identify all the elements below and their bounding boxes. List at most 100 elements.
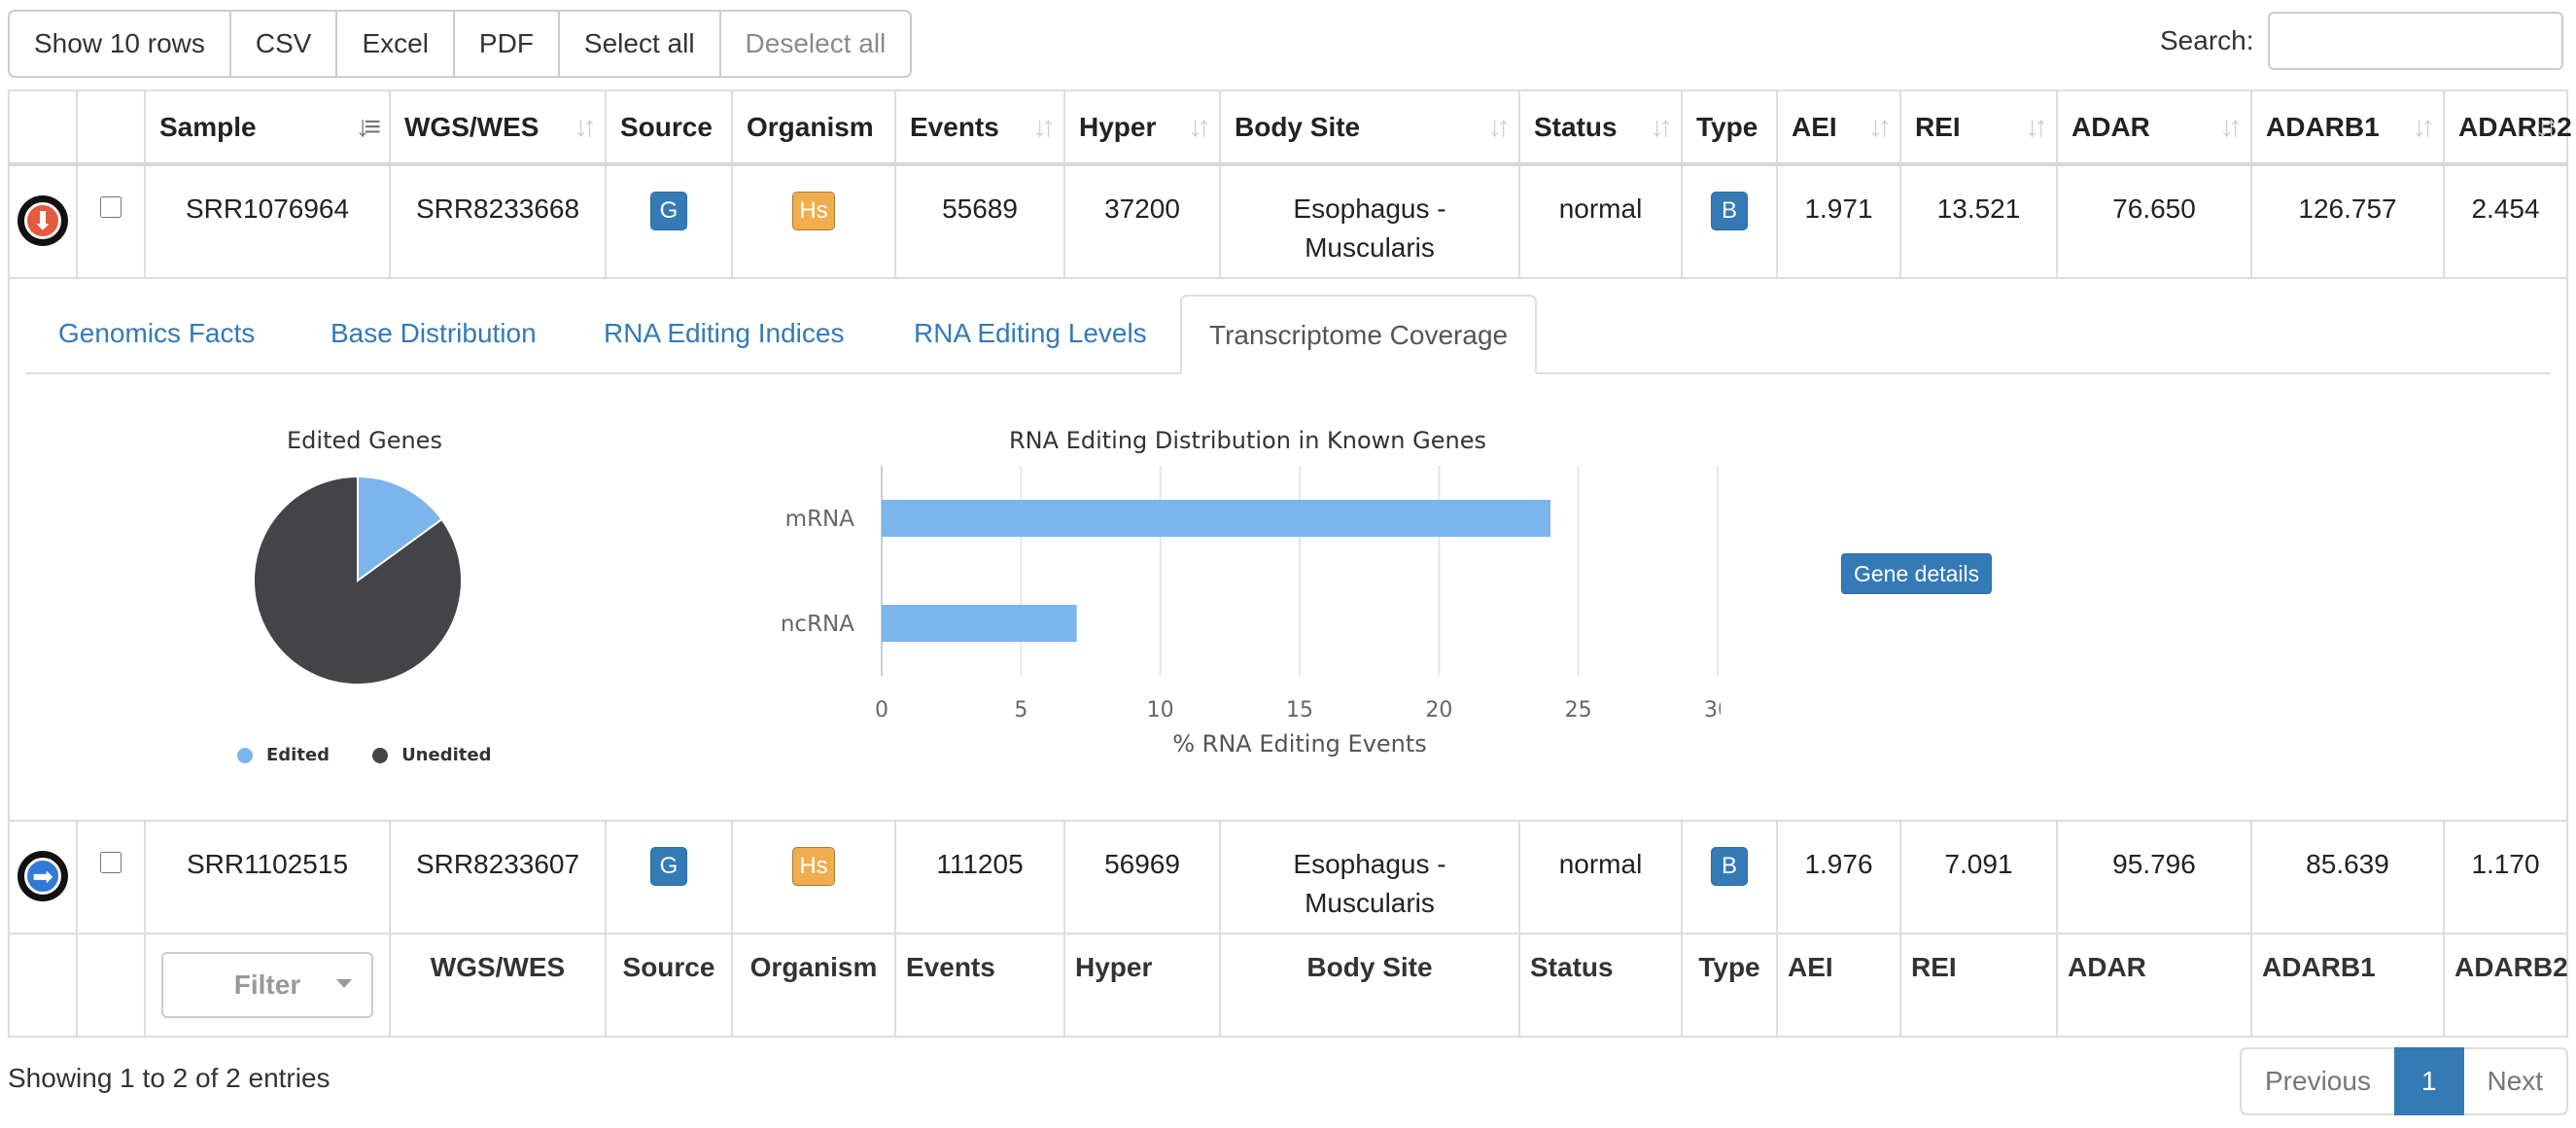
cell-type: B — [1681, 820, 1778, 934]
header-select — [76, 89, 146, 166]
csv-button[interactable]: CSV — [228, 10, 336, 78]
header-source: Source — [605, 89, 733, 166]
header-label: Source — [620, 111, 713, 142]
deselect-all-button[interactable]: Deselect all — [718, 10, 913, 78]
sort-icon: ↓↑ — [2535, 111, 2559, 143]
pagination: Previous 1 Next — [2240, 1047, 2569, 1115]
x-tick-label: 5 — [1014, 698, 1027, 723]
row-toggle-cell: ⬇ — [8, 163, 78, 279]
filter-select[interactable]: Filter — [161, 952, 373, 1018]
edited-genes-pie-chart — [253, 475, 463, 686]
tab-genomics-facts[interactable]: Genomics Facts — [58, 295, 255, 374]
detail-tabs: Genomics Facts Base Distribution RNA Edi… — [25, 295, 2551, 374]
header-rei[interactable]: REI ↓↑ — [1899, 89, 2058, 166]
previous-page-button[interactable]: Previous — [2240, 1047, 2394, 1115]
tab-transcriptome-coverage[interactable]: Transcriptome Coverage — [1180, 295, 1538, 374]
tab-base-distribution[interactable]: Base Distribution — [331, 295, 537, 374]
header-events[interactable]: Events ↓↑ — [894, 89, 1065, 166]
header-adar[interactable]: ADAR ↓↑ — [2056, 89, 2252, 166]
samples-table: Sample ↓≡ WGS/WES ↓↑ Source Organism Event… — [8, 89, 2572, 1038]
search-label: Search: — [2160, 25, 2254, 55]
cell-aei: 1.971 — [1776, 163, 1901, 279]
detail-panel: Genomics Facts Base Distribution RNA Edi… — [8, 277, 2568, 822]
cell-body-site: Esophagus - Muscularis — [1219, 163, 1520, 279]
bar-chart-title: RNA Editing Distribution in Known Genes — [1009, 427, 1486, 454]
header-status[interactable]: Status ↓↑ — [1518, 89, 1683, 166]
cell-adarb1: 85.639 — [2250, 820, 2445, 934]
organism-badge: Hs — [792, 847, 835, 886]
chevron-down-icon — [336, 979, 352, 988]
row-select-cell — [76, 163, 146, 279]
cell-wgs: SRR8233668 — [389, 163, 607, 279]
expand-row-icon[interactable]: ➡ — [17, 851, 68, 901]
entries-info: Showing 1 to 2 of 2 entries — [8, 1063, 331, 1093]
row-checkbox[interactable] — [100, 852, 122, 873]
gene-details-button[interactable]: Gene details — [1841, 553, 1993, 594]
page-1-button[interactable]: 1 — [2393, 1047, 2464, 1115]
y-category-label: mRNA — [785, 507, 855, 532]
header-expand — [8, 89, 78, 166]
footer-blank — [76, 933, 146, 1038]
select-all-button[interactable]: Select all — [557, 10, 719, 78]
cell-rei: 7.091 — [1899, 820, 2058, 934]
excel-button[interactable]: Excel — [335, 10, 453, 78]
sort-icon: ↓↑ — [1032, 111, 1056, 143]
header-sample[interactable]: Sample ↓≡ — [144, 89, 391, 166]
cell-source: G — [605, 820, 733, 934]
footer-col: REI — [1899, 933, 2058, 1038]
x-tick-label: 10 — [1147, 698, 1174, 723]
next-page-button[interactable]: Next — [2463, 1047, 2569, 1115]
header-adarb2[interactable]: ADARB2 ↓↑ — [2443, 89, 2572, 166]
type-badge: B — [1711, 192, 1748, 230]
sort-icon: ↓↑ — [1868, 111, 1892, 143]
cell-adarb2: 2.454 — [2443, 163, 2568, 279]
header-row: Sample ↓≡ WGS/WES ↓↑ Source Organism Event… — [8, 89, 2572, 166]
table-row: ⬇ SRR1076964 SRR8233668 G Hs 55689 37200… — [8, 163, 2568, 279]
header-type: Type — [1681, 89, 1778, 166]
header-aei[interactable]: AEI ↓↑ — [1776, 89, 1901, 166]
filter-cell: Filter — [144, 933, 391, 1038]
footer-col: ADARB2 — [2443, 933, 2568, 1038]
tab-rna-editing-indices[interactable]: RNA Editing Indices — [604, 295, 844, 374]
footer-col: Events — [894, 933, 1065, 1038]
row-select-cell — [76, 820, 146, 934]
filter-label: Filter — [233, 969, 301, 1000]
row-checkbox[interactable] — [100, 196, 122, 218]
cell-adarb2: 1.170 — [2443, 820, 2568, 934]
type-badge: B — [1711, 847, 1748, 886]
header-hyper[interactable]: Hyper ↓↑ — [1063, 89, 1221, 166]
footer-col: ADARB1 — [2250, 933, 2445, 1038]
cell-type: B — [1681, 163, 1778, 279]
show-rows-button[interactable]: Show 10 rows — [8, 10, 229, 78]
tab-rna-editing-levels[interactable]: RNA Editing Levels — [914, 295, 1147, 374]
row-toggle-cell: ➡ — [8, 820, 78, 934]
sort-icon: ↓↑ — [1487, 111, 1511, 143]
header-label: Body Site — [1235, 111, 1361, 142]
x-tick-label: 30 — [1704, 698, 1721, 723]
bar-ncrna — [882, 605, 1077, 642]
x-tick-label: 15 — [1286, 698, 1313, 723]
header-adarb1[interactable]: ADARB1 ↓↑ — [2250, 89, 2445, 166]
detail-row: Genomics Facts Base Distribution RNA Edi… — [8, 277, 2568, 822]
cell-events: 111205 — [894, 820, 1065, 934]
footer-col: Organism — [731, 933, 896, 1038]
search-area: Search: — [2160, 12, 2563, 70]
cell-adar: 76.650 — [2056, 163, 2252, 279]
footer-col: Type — [1681, 933, 1778, 1038]
sort-asc-icon: ↓≡ — [355, 111, 380, 143]
header-body-site[interactable]: Body Site ↓↑ — [1219, 89, 1520, 166]
header-wgs[interactable]: WGS/WES ↓↑ — [389, 89, 607, 166]
header-label: WGS/WES — [404, 111, 540, 142]
footer-filter-row: Filter WGS/WES Source Organism Events Hy… — [8, 933, 2568, 1038]
cell-sample: SRR1076964 — [144, 163, 391, 279]
collapse-row-icon[interactable]: ⬇ — [17, 195, 68, 246]
x-tick-label: 20 — [1425, 698, 1452, 723]
footer-col: AEI — [1776, 933, 1901, 1038]
cell-status: normal — [1518, 820, 1683, 934]
cell-organism: Hs — [731, 820, 896, 934]
search-input[interactable] — [2267, 12, 2563, 70]
pdf-button[interactable]: PDF — [452, 10, 558, 78]
header-label: AEI — [1792, 111, 1837, 142]
cell-hyper: 37200 — [1063, 163, 1221, 279]
cell-aei: 1.976 — [1776, 820, 1901, 934]
